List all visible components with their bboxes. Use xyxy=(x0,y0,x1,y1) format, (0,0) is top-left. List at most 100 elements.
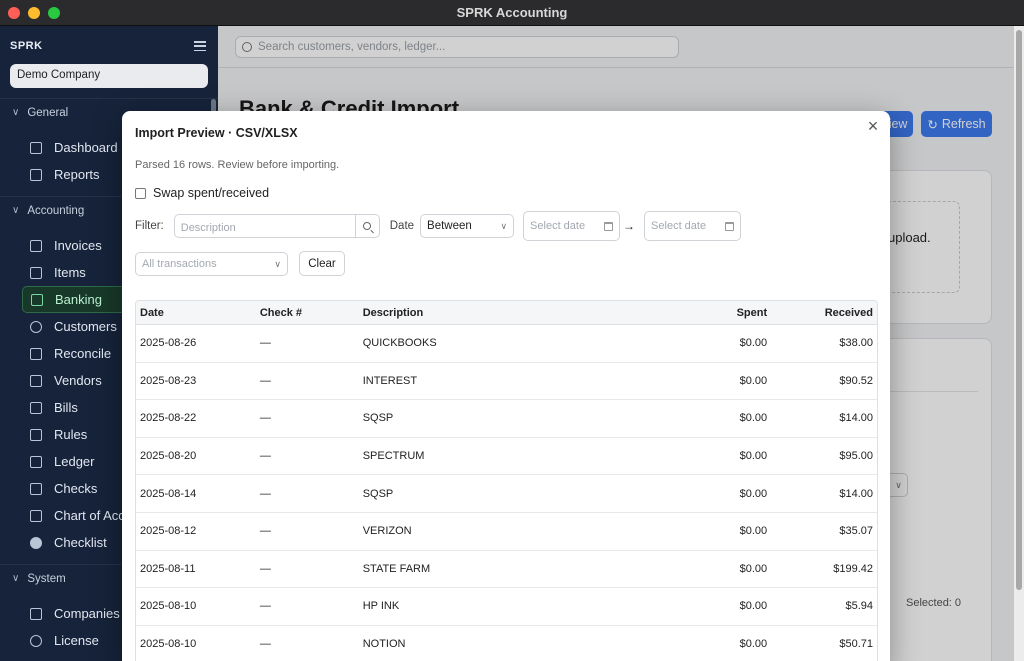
import-preview-modal: Import Preview · CSV/XLSX × Parsed 16 ro… xyxy=(122,111,890,661)
cell-date: 2025-08-14 xyxy=(140,487,197,500)
sidebar-item-label: Bills xyxy=(54,400,78,415)
search-icon xyxy=(363,222,372,230)
sidebar-toggle-icon[interactable] xyxy=(194,41,206,51)
sidebar-item-label: Rules xyxy=(54,427,88,442)
table-row[interactable]: 2025-08-26 — QUICKBOOKS $0.00 $38.00 xyxy=(136,325,877,363)
column-header-check[interactable]: Check # xyxy=(256,307,359,319)
cell-received: $95.00 xyxy=(839,450,873,463)
cell-description: VERIZON xyxy=(362,525,412,538)
table-icon xyxy=(30,509,42,522)
sidebar-item-label: Reports xyxy=(54,167,100,182)
date-to-placeholder: Select date xyxy=(651,220,707,232)
cell-received: $199.42 xyxy=(833,562,873,575)
table-row[interactable]: 2025-08-12 — VERIZON $0.00 $35.07 xyxy=(136,513,877,551)
section-label: Accounting xyxy=(27,204,85,217)
parsed-summary: Parsed 16 rows. Review before importing. xyxy=(135,159,340,171)
table-row[interactable]: 2025-08-20 — SPECTRUM $0.00 $95.00 xyxy=(136,438,877,476)
company-select[interactable]: Demo Company xyxy=(10,64,208,88)
items-icon xyxy=(30,266,42,279)
cell-date: 2025-08-23 xyxy=(140,374,197,387)
preview-table: Date Check # Description Spent Received … xyxy=(135,300,878,661)
sidebar-item-label: Invoices xyxy=(54,238,102,253)
cell-check: — xyxy=(259,600,271,613)
date-from-input[interactable]: Select date xyxy=(523,211,621,241)
date-from-placeholder: Select date xyxy=(530,220,586,232)
book-icon xyxy=(30,455,42,468)
table-row[interactable]: 2025-08-22 — SQSP $0.00 $14.00 xyxy=(136,400,877,438)
cell-spent: $0.00 xyxy=(739,525,768,538)
cell-description: SPECTRUM xyxy=(362,450,425,463)
chevron-down-icon: ∨ xyxy=(274,258,281,269)
cell-date: 2025-08-22 xyxy=(140,412,197,425)
table-row[interactable]: 2025-08-14 — SQSP $0.00 $14.00 xyxy=(136,475,877,513)
table-row[interactable]: 2025-08-10 — HP INK $0.00 $5.94 xyxy=(136,588,877,626)
chevron-down-icon: ∨ xyxy=(12,573,20,584)
sidebar-item-label: Vendors xyxy=(54,373,102,388)
building-icon xyxy=(30,607,42,620)
column-header-received[interactable]: Received xyxy=(771,307,877,319)
cell-date: 2025-08-10 xyxy=(140,638,197,651)
cell-received: $90.52 xyxy=(839,374,873,387)
minimize-window-button[interactable] xyxy=(28,7,40,19)
table-row[interactable]: 2025-08-11 — STATE FARM $0.00 $199.42 xyxy=(136,551,877,589)
calendar-icon xyxy=(725,221,735,231)
cell-received: $35.07 xyxy=(839,525,873,538)
cell-received: $50.71 xyxy=(839,638,873,651)
cell-spent: $0.00 xyxy=(739,600,768,613)
traffic-lights xyxy=(8,7,60,19)
cell-received: $5.94 xyxy=(845,600,873,613)
filter-row: Filter: Description Date Between ∨ Selec… xyxy=(135,211,742,241)
grid-icon xyxy=(30,428,42,441)
cell-description: SQSP xyxy=(362,412,394,425)
table-header: Date Check # Description Spent Received xyxy=(136,301,877,325)
sidebar-item-label: Reconcile xyxy=(54,346,112,361)
table-row[interactable]: 2025-08-10 — NOTION $0.00 $50.71 xyxy=(136,626,877,661)
table-row[interactable]: 2025-08-23 — INTEREST $0.00 $90.52 xyxy=(136,363,877,401)
description-filter-input[interactable]: Description xyxy=(173,214,356,238)
sidebar-item-label: Checks xyxy=(54,481,98,496)
sidebar-item-label: Items xyxy=(54,265,86,280)
cell-check: — xyxy=(259,374,271,387)
clear-button[interactable]: Clear xyxy=(299,251,345,276)
date-mode-select[interactable]: Between ∨ xyxy=(420,214,515,238)
column-header-spent[interactable]: Spent xyxy=(668,307,771,319)
window-scrollbar[interactable] xyxy=(1014,26,1024,661)
transaction-type-select[interactable]: All transactions ∨ xyxy=(135,252,288,276)
date-label: Date xyxy=(389,220,415,232)
close-window-button[interactable] xyxy=(8,7,20,19)
swap-checkbox[interactable] xyxy=(135,187,146,199)
date-to-input[interactable]: Select date xyxy=(644,211,742,241)
cell-description: HP INK xyxy=(362,600,400,613)
column-header-description[interactable]: Description xyxy=(359,307,669,319)
sidebar-item-label: Checklist xyxy=(54,535,107,550)
transaction-type-placeholder: All transactions xyxy=(142,258,217,270)
swap-label: Swap spent/received xyxy=(153,186,270,200)
cell-check: — xyxy=(259,638,271,651)
calendar-icon xyxy=(604,221,614,231)
cell-date: 2025-08-20 xyxy=(140,450,197,463)
bank-icon xyxy=(31,293,43,306)
sidebar-item-label: Ledger xyxy=(54,454,95,469)
swap-toggle[interactable]: Swap spent/received xyxy=(135,186,269,200)
check-circle-icon xyxy=(30,536,42,549)
cell-check: — xyxy=(259,525,271,538)
bill-icon xyxy=(30,401,42,414)
cell-description: SQSP xyxy=(362,487,394,500)
cell-check: — xyxy=(259,487,271,500)
vendor-icon xyxy=(30,374,42,387)
cell-description: QUICKBOOKS xyxy=(362,337,437,350)
cell-received: $14.00 xyxy=(839,487,873,500)
cell-date: 2025-08-12 xyxy=(140,525,197,538)
license-icon xyxy=(30,634,42,647)
cell-spent: $0.00 xyxy=(739,562,768,575)
cell-spent: $0.00 xyxy=(739,337,768,350)
column-header-date[interactable]: Date xyxy=(136,307,256,319)
close-icon[interactable]: × xyxy=(866,117,880,135)
cell-check: — xyxy=(259,412,271,425)
modal-title: Import Preview · CSV/XLSX xyxy=(135,126,298,140)
section-label: General xyxy=(27,106,69,119)
filter-search-button[interactable] xyxy=(355,214,380,238)
cell-spent: $0.00 xyxy=(739,450,768,463)
zoom-window-button[interactable] xyxy=(48,7,60,19)
user-icon xyxy=(30,320,42,333)
